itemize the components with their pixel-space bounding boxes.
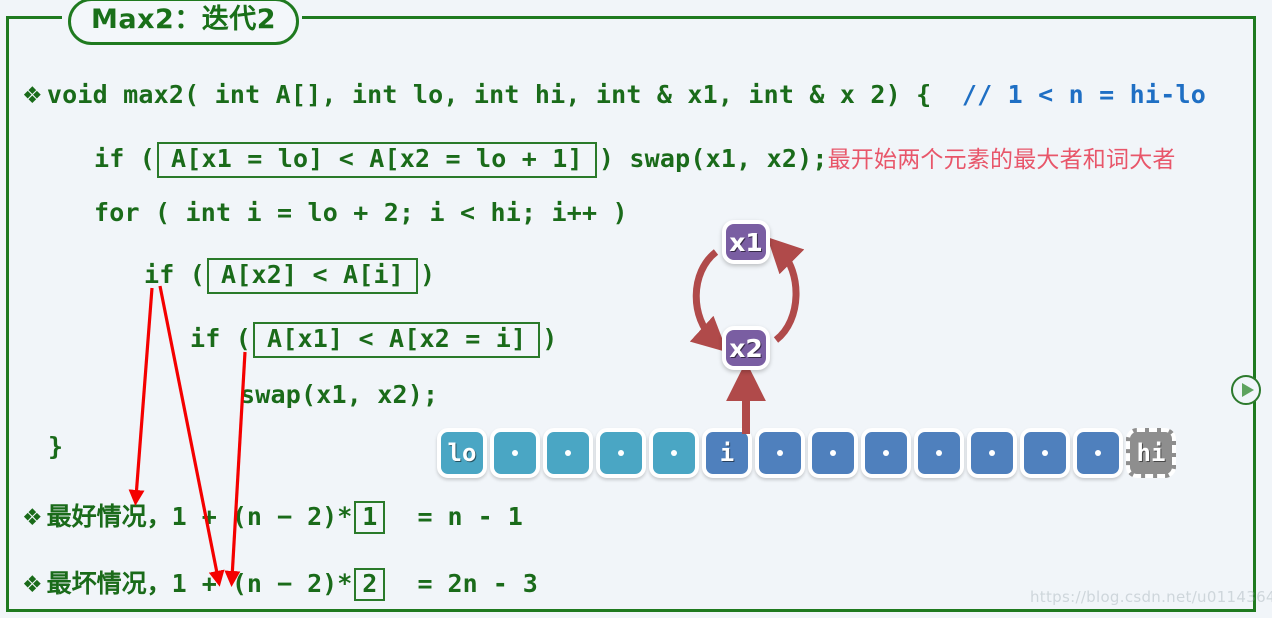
- array-cell: [596, 428, 646, 478]
- code-line-if-initial: if (A[x1 = lo] < A[x2 = lo + 1]) swap(x1…: [94, 140, 1176, 178]
- boxed-expr-outer: A[x2] < A[i]: [207, 258, 419, 294]
- code-if-inner-prefix: if (: [190, 324, 252, 353]
- array-cell-dot-icon: [1095, 450, 1101, 456]
- variable-box-x2: x2: [722, 326, 770, 370]
- slide-title: Max2：迭代2: [68, 0, 300, 46]
- best-case-expr-suffix: = n - 1: [417, 502, 523, 531]
- code-if-outer-suffix: ): [420, 260, 436, 289]
- conclusion-worst-case: ❖ 最坏情况，1 + (n − 2)* 2 = 2n - 3: [22, 564, 538, 601]
- worst-case-label: 最坏情况: [46, 569, 147, 598]
- array-cell-dot-icon: [512, 450, 518, 456]
- array-cell: [543, 428, 593, 478]
- array-cell-dot-icon: [777, 450, 783, 456]
- worst-case-expr-suffix: = 2n - 3: [417, 569, 538, 598]
- best-case-comma: ，: [146, 502, 172, 531]
- watermark: https://blog.csdn.net/u011436427: [1030, 588, 1272, 606]
- code-if-prefix: if (: [94, 144, 156, 173]
- code-signature-text: void max2( int A[], int lo, int hi, int …: [46, 80, 932, 109]
- code-line-if-outer: if (A[x2] < A[i]): [144, 258, 435, 294]
- play-triangle-icon: [1242, 383, 1254, 397]
- array-cell-dot-icon: [618, 450, 624, 456]
- code-line-if-inner: if (A[x1] < A[x2 = i]): [190, 322, 558, 358]
- code-if-inner-suffix: ): [542, 324, 558, 353]
- conclusion-best-case: ❖ 最好情况，1 + (n − 2)* 1 = n - 1: [22, 497, 523, 534]
- bullet-icon: ❖: [22, 572, 43, 598]
- variable-box-x1: x1: [722, 220, 770, 264]
- array-cell-dot-icon: [989, 450, 995, 456]
- array-cell: [1073, 428, 1123, 478]
- worst-case-comma: ，: [146, 569, 172, 598]
- bullet-icon: ❖: [22, 505, 43, 531]
- best-case-label: 最好情况: [46, 502, 147, 531]
- array-diagram: lo i hi: [437, 428, 1176, 478]
- array-cell: [649, 428, 699, 478]
- best-case-boxed-value: 1: [354, 501, 386, 534]
- array-cell-hi: hi: [1126, 428, 1176, 478]
- code-if-suffix: ) swap(x1, x2);: [598, 144, 828, 173]
- code-line-close-brace: }: [48, 432, 64, 461]
- array-cell-dot-icon: [1042, 450, 1048, 456]
- array-cell: [861, 428, 911, 478]
- array-cell-dot-icon: [830, 450, 836, 456]
- array-cell: [755, 428, 805, 478]
- worst-case-boxed-value: 2: [354, 568, 386, 601]
- annotation-note-red: 最开始两个元素的最大者和词大者: [827, 147, 1176, 173]
- array-cell: [914, 428, 964, 478]
- code-if-outer-prefix: if (: [144, 260, 206, 289]
- array-cell: [1020, 428, 1070, 478]
- code-line-for: for ( int i = lo + 2; i < hi; i++ ): [94, 198, 628, 227]
- array-cell-dot-icon: [565, 450, 571, 456]
- array-cell-dot-icon: [671, 450, 677, 456]
- code-line-signature: ❖ void max2( int A[], int lo, int hi, int…: [22, 80, 1206, 109]
- play-icon[interactable]: [1231, 375, 1261, 405]
- code-comment: // 1 < n = hi-lo: [961, 80, 1206, 109]
- worst-case-expr-prefix: 1 + (n − 2)*: [171, 569, 353, 598]
- array-cell-i: i: [702, 428, 752, 478]
- slide-canvas: Max2：迭代2 ❖ void max2( int A[], int lo, in…: [0, 0, 1272, 618]
- array-cell: [490, 428, 540, 478]
- best-case-expr-prefix: 1 + (n − 2)*: [171, 502, 353, 531]
- array-cell-lo: lo: [437, 428, 487, 478]
- array-cell: [808, 428, 858, 478]
- code-line-swap: swap(x1, x2);: [240, 380, 439, 409]
- boxed-expr-initial: A[x1 = lo] < A[x2 = lo + 1]: [157, 142, 597, 178]
- boxed-expr-inner: A[x1] < A[x2 = i]: [253, 322, 541, 358]
- bullet-icon: ❖: [22, 83, 43, 109]
- array-cell: [967, 428, 1017, 478]
- array-cell-dot-icon: [936, 450, 942, 456]
- array-cell-dot-icon: [883, 450, 889, 456]
